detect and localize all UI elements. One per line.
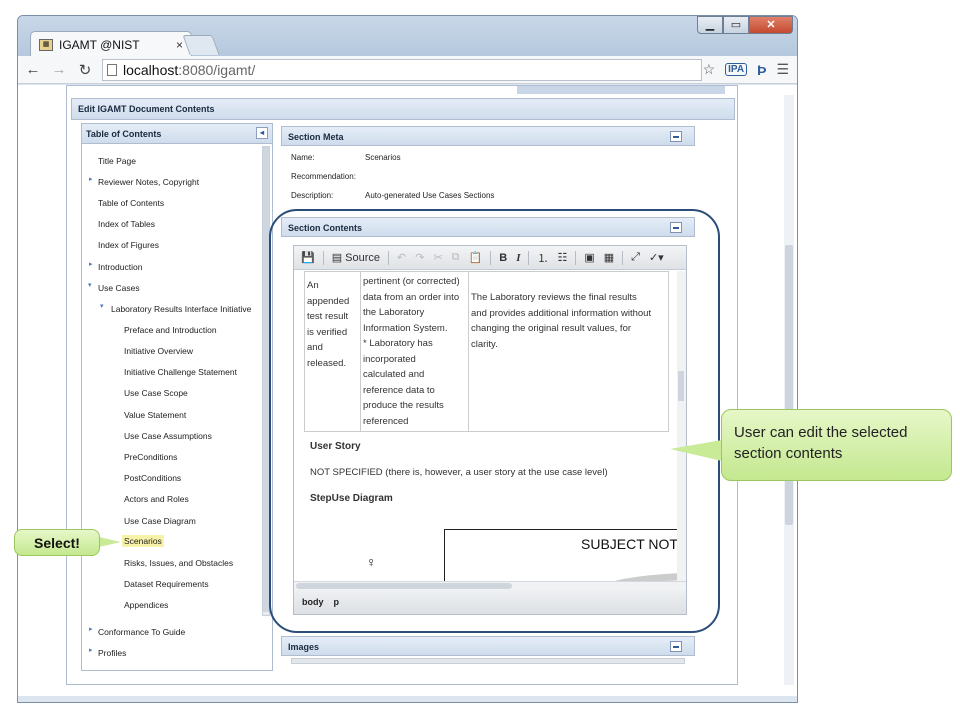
toc-item-postconditions[interactable]: PostConditions [124, 473, 181, 483]
collapse-meta-icon[interactable] [670, 131, 682, 142]
extension-icons: ☆ IPA Þ ☰ [703, 61, 797, 78]
page-scrollbar[interactable] [784, 95, 794, 685]
toc-item-risks[interactable]: Risks, Issues, and Obstacles [124, 558, 233, 568]
toc-title: Table of Contents [86, 129, 162, 139]
browser-toolbar: ← → ↻ localhost :8080/igamt/ ☆ IPA Þ ☰ [18, 56, 797, 84]
ipa-extension-icon[interactable]: IPA [725, 63, 748, 76]
description-value: Auto-generated Use Cases Sections [365, 191, 495, 200]
toc-item-profiles[interactable]: Profiles [98, 648, 126, 658]
toc-item-use-cases[interactable]: Use Cases [98, 283, 140, 293]
toc-item-table-of-contents[interactable]: Table of Contents [98, 198, 164, 208]
collapse-arrow-icon[interactable]: ▾ [100, 302, 104, 310]
toc-item-preconditions[interactable]: PreConditions [124, 452, 177, 462]
toc-item-dataset-requirements[interactable]: Dataset Requirements [124, 579, 209, 589]
select-callout: Select! [14, 529, 100, 556]
toc-panel: Table of Contents ◂ Title Page ▸ Reviewe… [81, 123, 273, 671]
toc-item-initiative-overview[interactable]: Initiative Overview [124, 346, 193, 356]
name-label: Name: [291, 153, 315, 162]
forward-arrow-icon[interactable]: → [48, 61, 70, 78]
recommendation-label: Recommendation: [291, 172, 356, 181]
browser-tab[interactable]: ▦ IGAMT @NIST × [30, 31, 192, 57]
reload-icon[interactable]: ↻ [74, 61, 96, 79]
callout-tail [670, 440, 722, 461]
toc-tree: Title Page ▸ Reviewer Notes, Copyright T… [82, 144, 272, 670]
close-window-button[interactable]: ✕ [749, 16, 793, 34]
toc-item-value-statement[interactable]: Value Statement [124, 410, 186, 420]
select-callout-tail [99, 537, 121, 547]
toc-item-lab-results-initiative[interactable]: Laboratory Results Interface Initiative [111, 304, 251, 314]
edit-header: Edit IGAMT Document Contents [71, 98, 735, 120]
images-header: Images [281, 636, 695, 656]
name-value: Scenarios [365, 153, 401, 162]
top-tab-strip [517, 86, 725, 94]
favicon-icon: ▦ [39, 38, 53, 51]
toc-item-actors-and-roles[interactable]: Actors and Roles [124, 494, 189, 504]
toc-item-introduction[interactable]: Introduction [98, 262, 142, 272]
page-scroll-thumb[interactable] [785, 245, 793, 525]
expand-arrow-icon[interactable]: ▸ [89, 175, 93, 183]
tab-close-icon[interactable]: × [176, 38, 183, 52]
page-icon [107, 63, 117, 76]
edit-callout: User can edit the selected section conte… [721, 409, 952, 481]
pushbullet-icon[interactable]: Þ [757, 62, 766, 78]
toc-item-use-case-diagram[interactable]: Use Case Diagram [124, 516, 196, 526]
images-scrollbar[interactable] [291, 658, 685, 664]
expand-arrow-icon[interactable]: ▸ [89, 646, 93, 654]
section-meta-panel: Section Meta Name: Scenarios Recommendat… [281, 126, 695, 208]
collapse-toc-icon[interactable]: ◂ [256, 127, 268, 139]
menu-icon[interactable]: ☰ [776, 61, 789, 78]
section-meta-title: Section Meta [288, 132, 344, 142]
url-path: :8080/igamt/ [178, 61, 256, 78]
expand-arrow-icon[interactable]: ▸ [89, 625, 93, 633]
toc-header: Table of Contents ◂ [82, 124, 272, 144]
toc-item-appendices[interactable]: Appendices [124, 600, 168, 610]
section-meta-header: Section Meta [281, 126, 695, 146]
section-meta-body: Name: Scenarios Recommendation: Descript… [281, 146, 695, 208]
toc-item-title-page[interactable]: Title Page [98, 156, 136, 166]
highlight-ring [269, 209, 720, 633]
window-controls: ▁ ▭ ✕ [697, 16, 793, 34]
toc-item-preface[interactable]: Preface and Introduction [124, 325, 217, 335]
tab-title: IGAMT @NIST [59, 37, 140, 52]
collapse-images-icon[interactable] [670, 641, 682, 652]
images-title: Images [288, 642, 320, 652]
toc-item-scenarios[interactable]: Scenarios [122, 535, 164, 547]
maximize-button[interactable]: ▭ [723, 16, 749, 34]
url-host: localhost [123, 61, 179, 78]
minimize-button[interactable]: ▁ [697, 16, 723, 34]
collapse-arrow-icon[interactable]: ▾ [88, 281, 92, 289]
description-label: Description: [291, 191, 334, 200]
expand-arrow-icon[interactable]: ▸ [89, 260, 93, 268]
toc-item-reviewer-notes[interactable]: Reviewer Notes, Copyright [98, 177, 199, 187]
toc-item-use-case-assumptions[interactable]: Use Case Assumptions [124, 431, 212, 441]
toc-item-index-of-tables[interactable]: Index of Tables [98, 219, 155, 229]
bookmark-star-icon[interactable]: ☆ [703, 61, 716, 78]
title-bar: ▦ IGAMT @NIST × ▁ ▭ ✕ [18, 16, 797, 57]
new-tab-button[interactable] [182, 35, 220, 55]
back-arrow-icon[interactable]: ← [22, 61, 44, 78]
toc-item-challenge-statement[interactable]: Initiative Challenge Statement [124, 367, 237, 377]
toc-item-index-of-figures[interactable]: Index of Figures [98, 240, 159, 250]
address-bar[interactable]: localhost :8080/igamt/ [102, 58, 702, 81]
toc-item-use-case-scope[interactable]: Use Case Scope [124, 388, 188, 398]
images-panel: Images [281, 636, 695, 666]
toc-item-conformance[interactable]: Conformance To Guide [98, 627, 185, 637]
